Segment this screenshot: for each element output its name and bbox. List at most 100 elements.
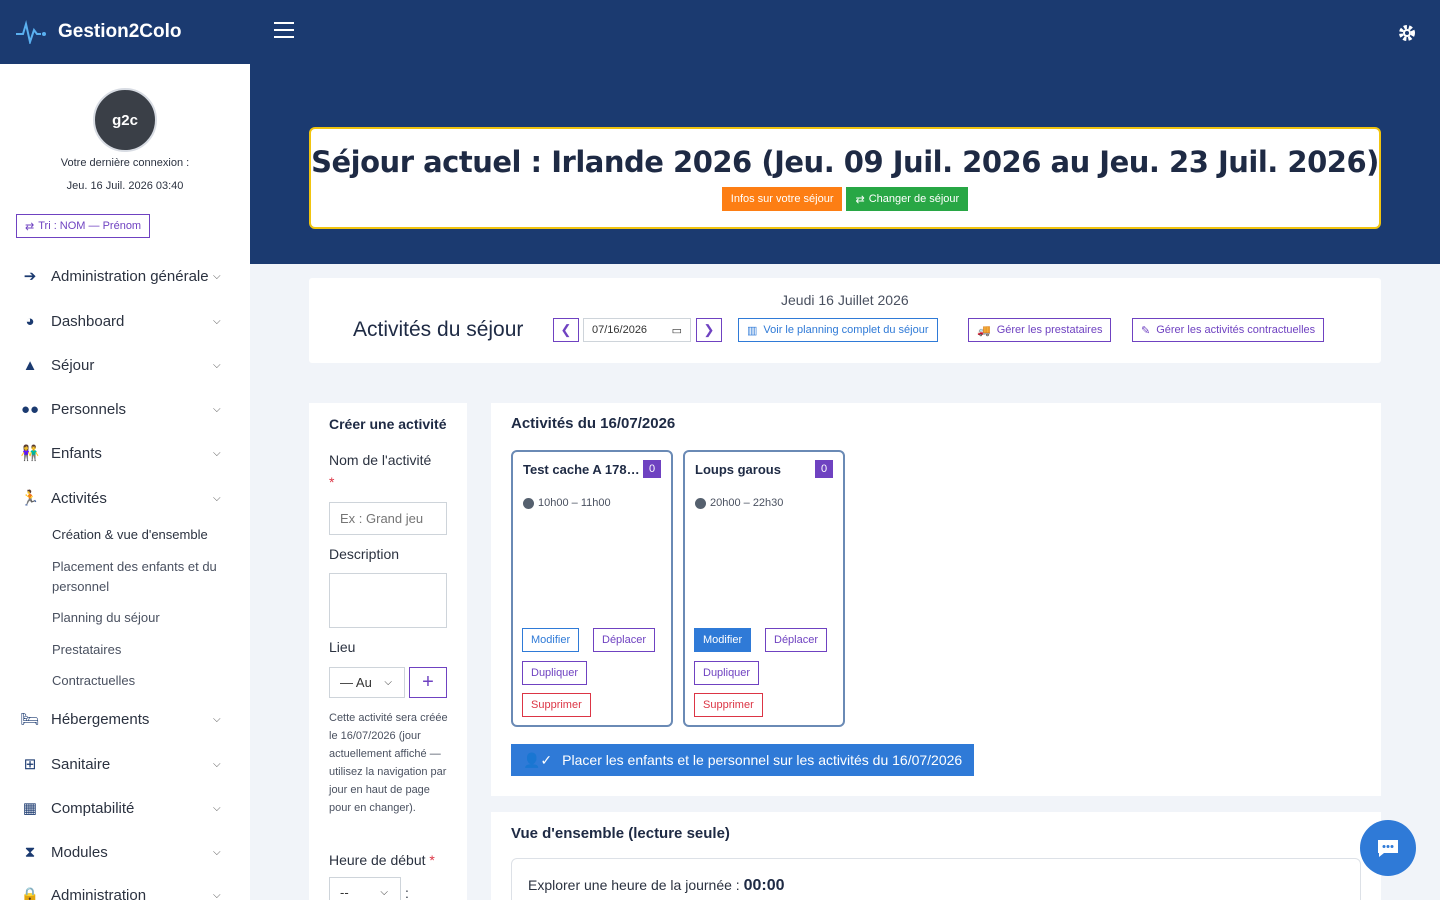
sidebar-item-personnels[interactable]: ●● Personnels ⌵ [0, 394, 250, 424]
avatar[interactable]: g2c [93, 88, 157, 152]
duplicate-button[interactable]: Dupliquer [522, 661, 588, 685]
move-button[interactable]: Déplacer [593, 628, 656, 652]
delete-button[interactable]: Supprimer [522, 693, 591, 717]
sidebar-item-hebergements[interactable]: 🛏 Hébergements ⌵ [0, 704, 250, 734]
app-title: Gestion2Colo [58, 21, 182, 42]
chevron-down-icon: ⌵ [213, 270, 221, 282]
sidebar-item-sejour[interactable]: ▲ Séjour ⌵ [0, 350, 250, 380]
activity-name-input[interactable] [329, 502, 447, 535]
activity-card[interactable]: Test cache A 1783... 0 10h00 – 11h00 Mod… [511, 450, 673, 727]
sidebar-item-label: Dashboard [51, 312, 125, 330]
manage-providers-button[interactable]: 🚚 Gérer les prestataires [968, 318, 1112, 342]
sidebar-item-label: Administration [51, 886, 147, 900]
delete-button[interactable]: Supprimer [694, 693, 763, 717]
activity-time: 10h00 – 11h00 [523, 497, 611, 509]
clock-icon [695, 497, 706, 509]
stay-info-button[interactable]: Infos sur votre séjour [721, 187, 843, 211]
sidebar-subitem-contractuelles[interactable]: Contractuelles [52, 671, 232, 691]
activity-time-text: 10h00 – 11h00 [538, 497, 611, 509]
place-participants-label: Placer les enfants et le personnel sur l… [562, 752, 963, 768]
date-input[interactable]: 07/16/2026 ▭ [583, 318, 691, 342]
edit-button[interactable]: Modifier [522, 628, 580, 652]
participant-count-badge: 0 [643, 460, 661, 478]
sidebar: g2c Votre dernière connexion : Jeu. 16 J… [0, 64, 250, 900]
create-activity-title: Créer une activité [329, 416, 447, 432]
change-stay-label: Changer de séjour [868, 193, 960, 205]
chevron-right-icon: ❯ [703, 322, 715, 337]
description-textarea[interactable] [329, 573, 447, 628]
sidebar-item-administration[interactable]: 🔒 Administration ⌵ [0, 880, 250, 900]
explore-hour-value: 00:00 [743, 877, 785, 894]
sidebar-item-label: Sanitaire [51, 755, 111, 773]
create-activity-panel: Créer une activité Nom de l'activité * D… [309, 403, 467, 900]
sidebar-item-activites[interactable]: 🏃 Activités ⌵ [0, 483, 250, 513]
gear-icon[interactable] [1398, 24, 1416, 42]
start-time-label: Heure de début * [329, 852, 435, 868]
running-icon: 🏃 [20, 490, 40, 507]
day-activities-panel: Activités du 16/07/2026 Test cache A 178… [491, 403, 1381, 796]
sidebar-item-label: Modules [51, 843, 108, 861]
chevron-down-icon: ⌵ [213, 359, 221, 371]
chevron-down-icon: ⌵ [213, 447, 221, 459]
sidebar-item-label: Hébergements [51, 710, 150, 728]
swap-icon: ⇄ [855, 193, 865, 206]
activity-time-text: 20h00 – 22h30 [710, 497, 784, 509]
chat-button[interactable] [1360, 820, 1416, 876]
prev-day-button[interactable]: ❮ [553, 318, 579, 342]
change-stay-button[interactable]: ⇄ Changer de séjour [846, 187, 969, 211]
place-participants-button[interactable]: 👤✓ Placer les enfants et le personnel sur… [511, 744, 975, 776]
place-select[interactable]: — Au ⌵ [329, 667, 405, 698]
sidebar-item-dashboard[interactable]: ◕ Dashboard ⌵ [0, 306, 250, 336]
sort-button[interactable]: ⇄ Tri : NOM — Prénom [16, 214, 151, 238]
activity-title: Loups garous [695, 462, 781, 477]
start-hour-select[interactable]: -- ⌵ [329, 877, 401, 900]
sidebar-subitem-planning[interactable]: Planning du séjour [52, 608, 232, 628]
full-planning-button[interactable]: ▥ Voir le planning complet du séjour [738, 318, 938, 342]
last-login-label: Votre dernière connexion : [60, 157, 190, 169]
sidebar-item-label: Personnels [51, 400, 127, 418]
edit-button[interactable]: Modifier [694, 628, 752, 652]
sidebar-item-admin-generale[interactable]: ➔ Administration générale ⌵ [0, 261, 250, 291]
calendar-icon[interactable]: ▭ [672, 324, 682, 337]
truck-icon: 🚚 [977, 324, 991, 337]
manage-contract-activities-button[interactable]: ✎ Gérer les activités contractuelles [1132, 318, 1325, 342]
sidebar-item-enfants[interactable]: 👫 Enfants ⌵ [0, 438, 250, 468]
sidebar-item-modules[interactable]: ⧗ Modules ⌵ [0, 837, 250, 867]
start-hour-value: -- [340, 884, 349, 900]
sidebar-item-comptabilite[interactable]: ▦ Comptabilité ⌵ [0, 793, 250, 823]
sign-in-icon: ➔ [23, 268, 37, 285]
chevron-down-icon: ⌵ [380, 886, 388, 898]
contract-icon: ✎ [1141, 324, 1151, 337]
sidebar-subitem-placement[interactable]: Placement des enfants et du personnel [52, 557, 232, 597]
sidebar-subitem-prestataires[interactable]: Prestataires [52, 640, 232, 660]
chevron-down-icon: ⌵ [213, 315, 221, 327]
overview-panel: Vue d'ensemble (lecture seule) Explorer … [491, 812, 1381, 900]
explore-hour-row: Explorer une heure de la journée : 00:00 [528, 877, 785, 895]
required-mark: * [429, 852, 435, 868]
next-day-button[interactable]: ❯ [696, 318, 722, 342]
section-title: Activités du séjour [353, 318, 524, 341]
dashboard-icon: ◕ [25, 312, 35, 330]
activity-title: Test cache A 1783... [523, 462, 641, 477]
medical-icon: ⊞ [23, 756, 37, 773]
sidebar-item-label: Comptabilité [51, 799, 135, 817]
bed-icon: 🛏 [20, 711, 40, 728]
pulse-icon [16, 20, 46, 44]
page-title: Séjour actuel : Irlande 2026 (Jeu. 09 Ju… [311, 145, 1379, 179]
children-icon: 👫 [20, 445, 40, 462]
tent-icon: ▲ [22, 356, 38, 374]
chevron-down-icon: ⌵ [213, 889, 221, 900]
calculator-icon: ▦ [22, 800, 38, 817]
activity-card[interactable]: Loups garous 0 20h00 – 22h30 Modifier Dé… [683, 450, 845, 727]
brand[interactable]: Gestion2Colo [0, 0, 250, 64]
description-label: Description [329, 546, 400, 562]
user-check-icon: 👤✓ [523, 751, 553, 768]
menu-toggle-icon[interactable] [274, 22, 294, 40]
move-button[interactable]: Déplacer [765, 628, 828, 652]
chevron-left-icon: ❮ [560, 322, 572, 337]
manage-providers-label: Gérer les prestataires [996, 324, 1103, 336]
add-place-button[interactable]: + [409, 667, 447, 698]
duplicate-button[interactable]: Dupliquer [694, 661, 760, 685]
sidebar-item-sanitaire[interactable]: ⊞ Sanitaire ⌵ [0, 749, 250, 779]
sidebar-subitem-creation[interactable]: Création & vue d'ensemble [52, 525, 232, 545]
